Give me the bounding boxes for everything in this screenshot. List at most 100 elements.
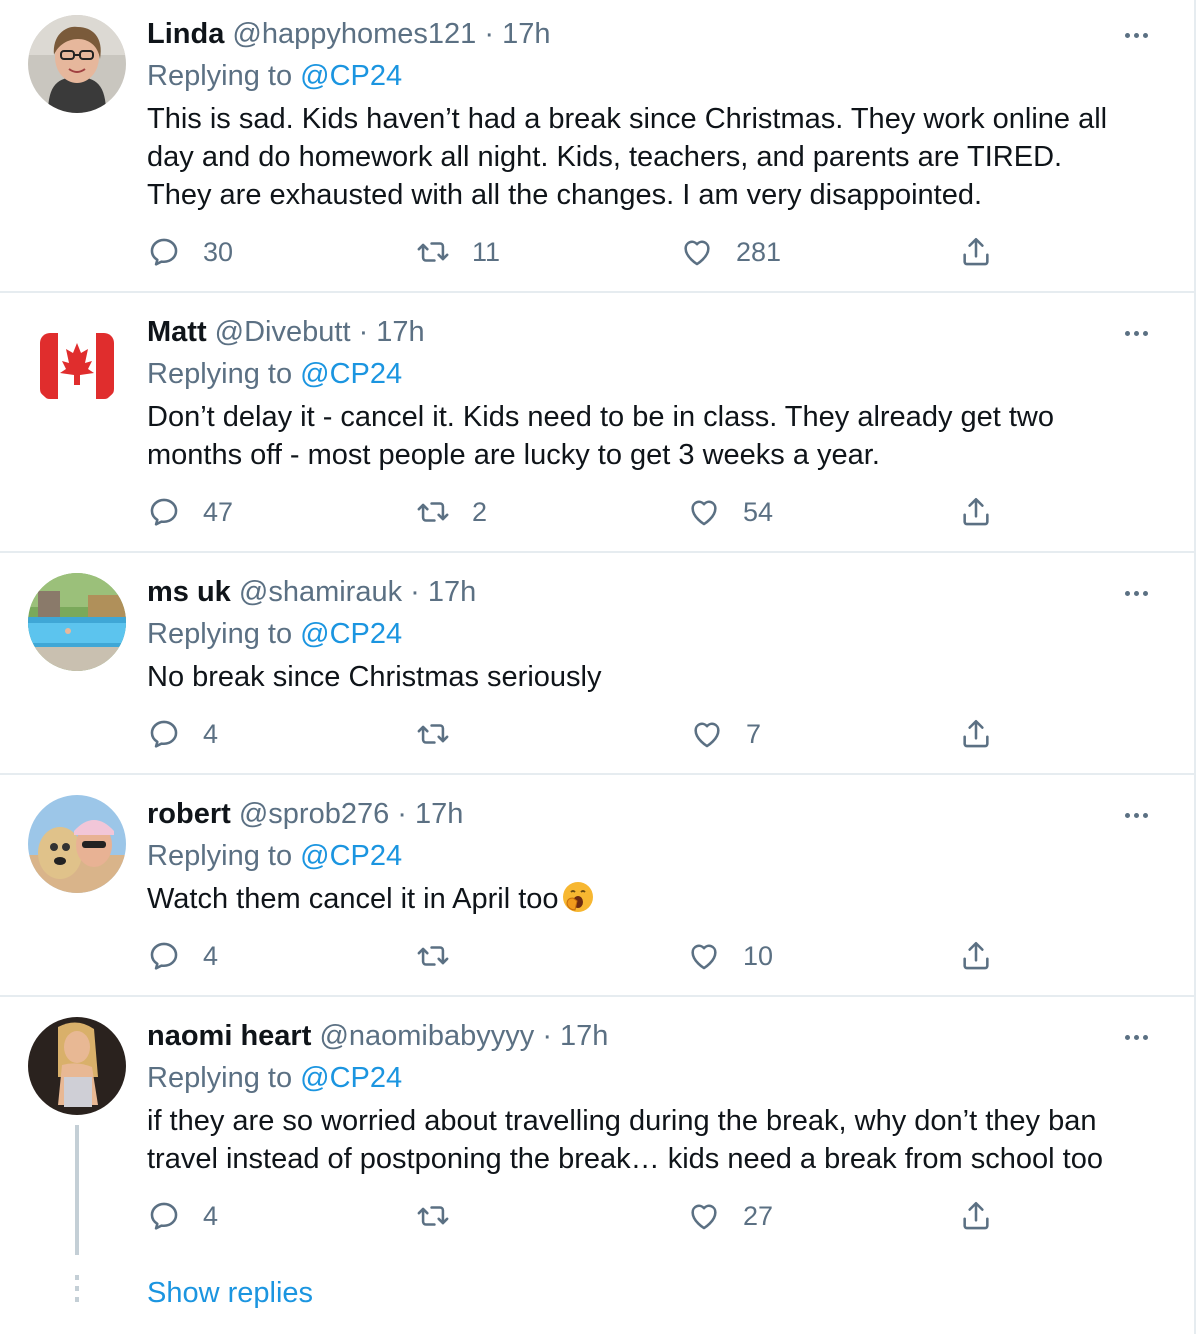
reply-button[interactable]: 4 — [147, 936, 218, 976]
share-button[interactable] — [959, 492, 993, 532]
tweet-text: Watch them cancel it in April too — [147, 880, 1177, 918]
reply-count: 4 — [203, 1200, 219, 1231]
retweet-button[interactable]: 2 — [416, 492, 487, 532]
tweet-header: Matt @Divebutt · 17h — [147, 314, 425, 350]
avatar[interactable] — [28, 795, 126, 893]
display-name[interactable]: robert — [147, 798, 231, 830]
replying-prefix: Replying to — [147, 358, 293, 390]
share-button[interactable] — [959, 232, 993, 272]
like-count: 281 — [736, 236, 782, 267]
retweet-button[interactable] — [416, 936, 450, 976]
retweet-icon — [417, 502, 449, 522]
retweet-count: 2 — [472, 496, 488, 527]
reply-button[interactable]: 30 — [147, 232, 233, 272]
like-count: 10 — [743, 940, 774, 971]
retweet-button[interactable] — [416, 714, 450, 754]
like-count: 54 — [743, 496, 774, 527]
like-button[interactable]: 54 — [687, 492, 773, 532]
mention-link[interactable]: @CP24 — [300, 840, 402, 872]
replying-to: Replying to @CP24 — [147, 616, 402, 652]
more-icon[interactable] — [1116, 323, 1156, 343]
display-name[interactable]: ms uk — [147, 576, 231, 608]
reply-button[interactable]: 4 — [147, 714, 218, 754]
replying-to: Replying to @CP24 — [147, 838, 402, 874]
more-icon[interactable] — [1116, 805, 1156, 825]
heart-icon — [691, 1204, 717, 1230]
thread-dots — [75, 1275, 79, 1302]
share-icon — [963, 497, 989, 526]
user-handle[interactable]: @shamirauk — [239, 576, 402, 608]
share-icon — [963, 719, 989, 748]
mention-link[interactable]: @CP24 — [300, 358, 402, 390]
replying-prefix: Replying to — [147, 60, 293, 92]
user-handle[interactable]: @naomibabyyyy — [319, 1020, 534, 1052]
avatar[interactable] — [28, 1017, 126, 1115]
mention-link[interactable]: @CP24 — [300, 60, 402, 92]
tweet-text-line: No break since Christmas seriously — [147, 661, 602, 693]
timestamp[interactable]: 17h — [428, 576, 476, 608]
more-icon[interactable] — [1116, 1027, 1156, 1047]
tweet-text: This is sad. Kids haven’t had a break si… — [147, 100, 1177, 214]
like-count: 27 — [743, 1200, 774, 1231]
timestamp[interactable]: 17h — [376, 316, 424, 348]
reply-button[interactable]: 47 — [147, 492, 233, 532]
show-replies-link[interactable]: Show replies — [147, 1277, 313, 1310]
timestamp[interactable]: 17h — [502, 18, 550, 50]
tweet-actions: 4 10 — [0, 936, 1194, 976]
heart-icon — [691, 500, 717, 526]
mention-link[interactable]: @CP24 — [300, 618, 402, 650]
tweet[interactable]: Linda @happyhomes121 · 17h Replying to @… — [0, 0, 1194, 293]
replying-prefix: Replying to — [147, 840, 293, 872]
user-handle[interactable]: @happyhomes121 — [232, 18, 476, 50]
like-button[interactable]: 7 — [690, 714, 761, 754]
tweet-text-line: day and do homework all night. Kids, tea… — [147, 141, 1063, 173]
like-button[interactable]: 281 — [680, 232, 781, 272]
replying-to: Replying to @CP24 — [147, 1060, 402, 1096]
avatar[interactable] — [28, 15, 126, 113]
retweet-icon — [417, 946, 449, 966]
like-button[interactable]: 27 — [687, 1196, 773, 1236]
replying-to: Replying to @CP24 — [147, 58, 402, 94]
reply-icon — [150, 1202, 178, 1230]
share-button[interactable] — [959, 714, 993, 754]
tweet-text-line: This is sad. Kids haven’t had a break si… — [147, 103, 1108, 135]
display-name[interactable]: naomi heart — [147, 1020, 311, 1052]
timestamp[interactable]: 17h — [560, 1020, 608, 1052]
tweet-text: if they are so worried about travelling … — [147, 1102, 1177, 1178]
retweet-icon — [417, 724, 449, 744]
more-icon[interactable] — [1116, 583, 1156, 603]
user-handle[interactable]: @Divebutt — [215, 316, 351, 348]
heart-icon — [694, 722, 720, 748]
tweet[interactable]: Matt @Divebutt · 17h Replying to @CP24 D… — [0, 293, 1194, 553]
reply-count: 4 — [203, 718, 219, 749]
more-icon[interactable] — [1116, 25, 1156, 45]
separator-dot: · — [397, 798, 407, 830]
reply-count: 30 — [203, 236, 234, 267]
retweet-icon — [417, 1206, 449, 1226]
tweet[interactable]: ms uk @shamirauk · 17h Replying to @CP24… — [0, 553, 1194, 775]
mention-link[interactable]: @CP24 — [300, 1062, 402, 1094]
user-handle[interactable]: @sprob276 — [239, 798, 389, 830]
tweet-header: robert @sprob276 · 17h — [147, 796, 463, 832]
retweet-button[interactable] — [416, 1196, 450, 1236]
avatar[interactable] — [28, 311, 126, 409]
tweet-actions: 30 11 281 — [0, 232, 1194, 272]
retweet-icon — [417, 242, 449, 262]
share-button[interactable] — [959, 936, 993, 976]
avatar[interactable] — [28, 573, 126, 671]
retweet-button[interactable]: 11 — [416, 232, 500, 272]
heart-icon — [691, 944, 717, 970]
tweet[interactable]: naomi heart @naomibabyyyy · 17h Replying… — [0, 997, 1194, 1334]
replying-to: Replying to @CP24 — [147, 356, 402, 392]
tweet[interactable]: robert @sprob276 · 17h Replying to @CP24… — [0, 775, 1194, 997]
heart-icon — [684, 240, 710, 266]
display-name[interactable]: Linda — [147, 18, 224, 50]
separator-dot: · — [358, 316, 369, 348]
reply-button[interactable]: 4 — [147, 1196, 218, 1236]
display-name[interactable]: Matt — [147, 316, 207, 348]
share-button[interactable] — [959, 1196, 993, 1236]
tweet-text-line: Don’t delay it - cancel it. Kids need to… — [147, 401, 1055, 433]
tweet-text-line: Watch them cancel it in April too — [147, 883, 559, 915]
timestamp[interactable]: 17h — [415, 798, 463, 830]
like-button[interactable]: 10 — [687, 936, 773, 976]
